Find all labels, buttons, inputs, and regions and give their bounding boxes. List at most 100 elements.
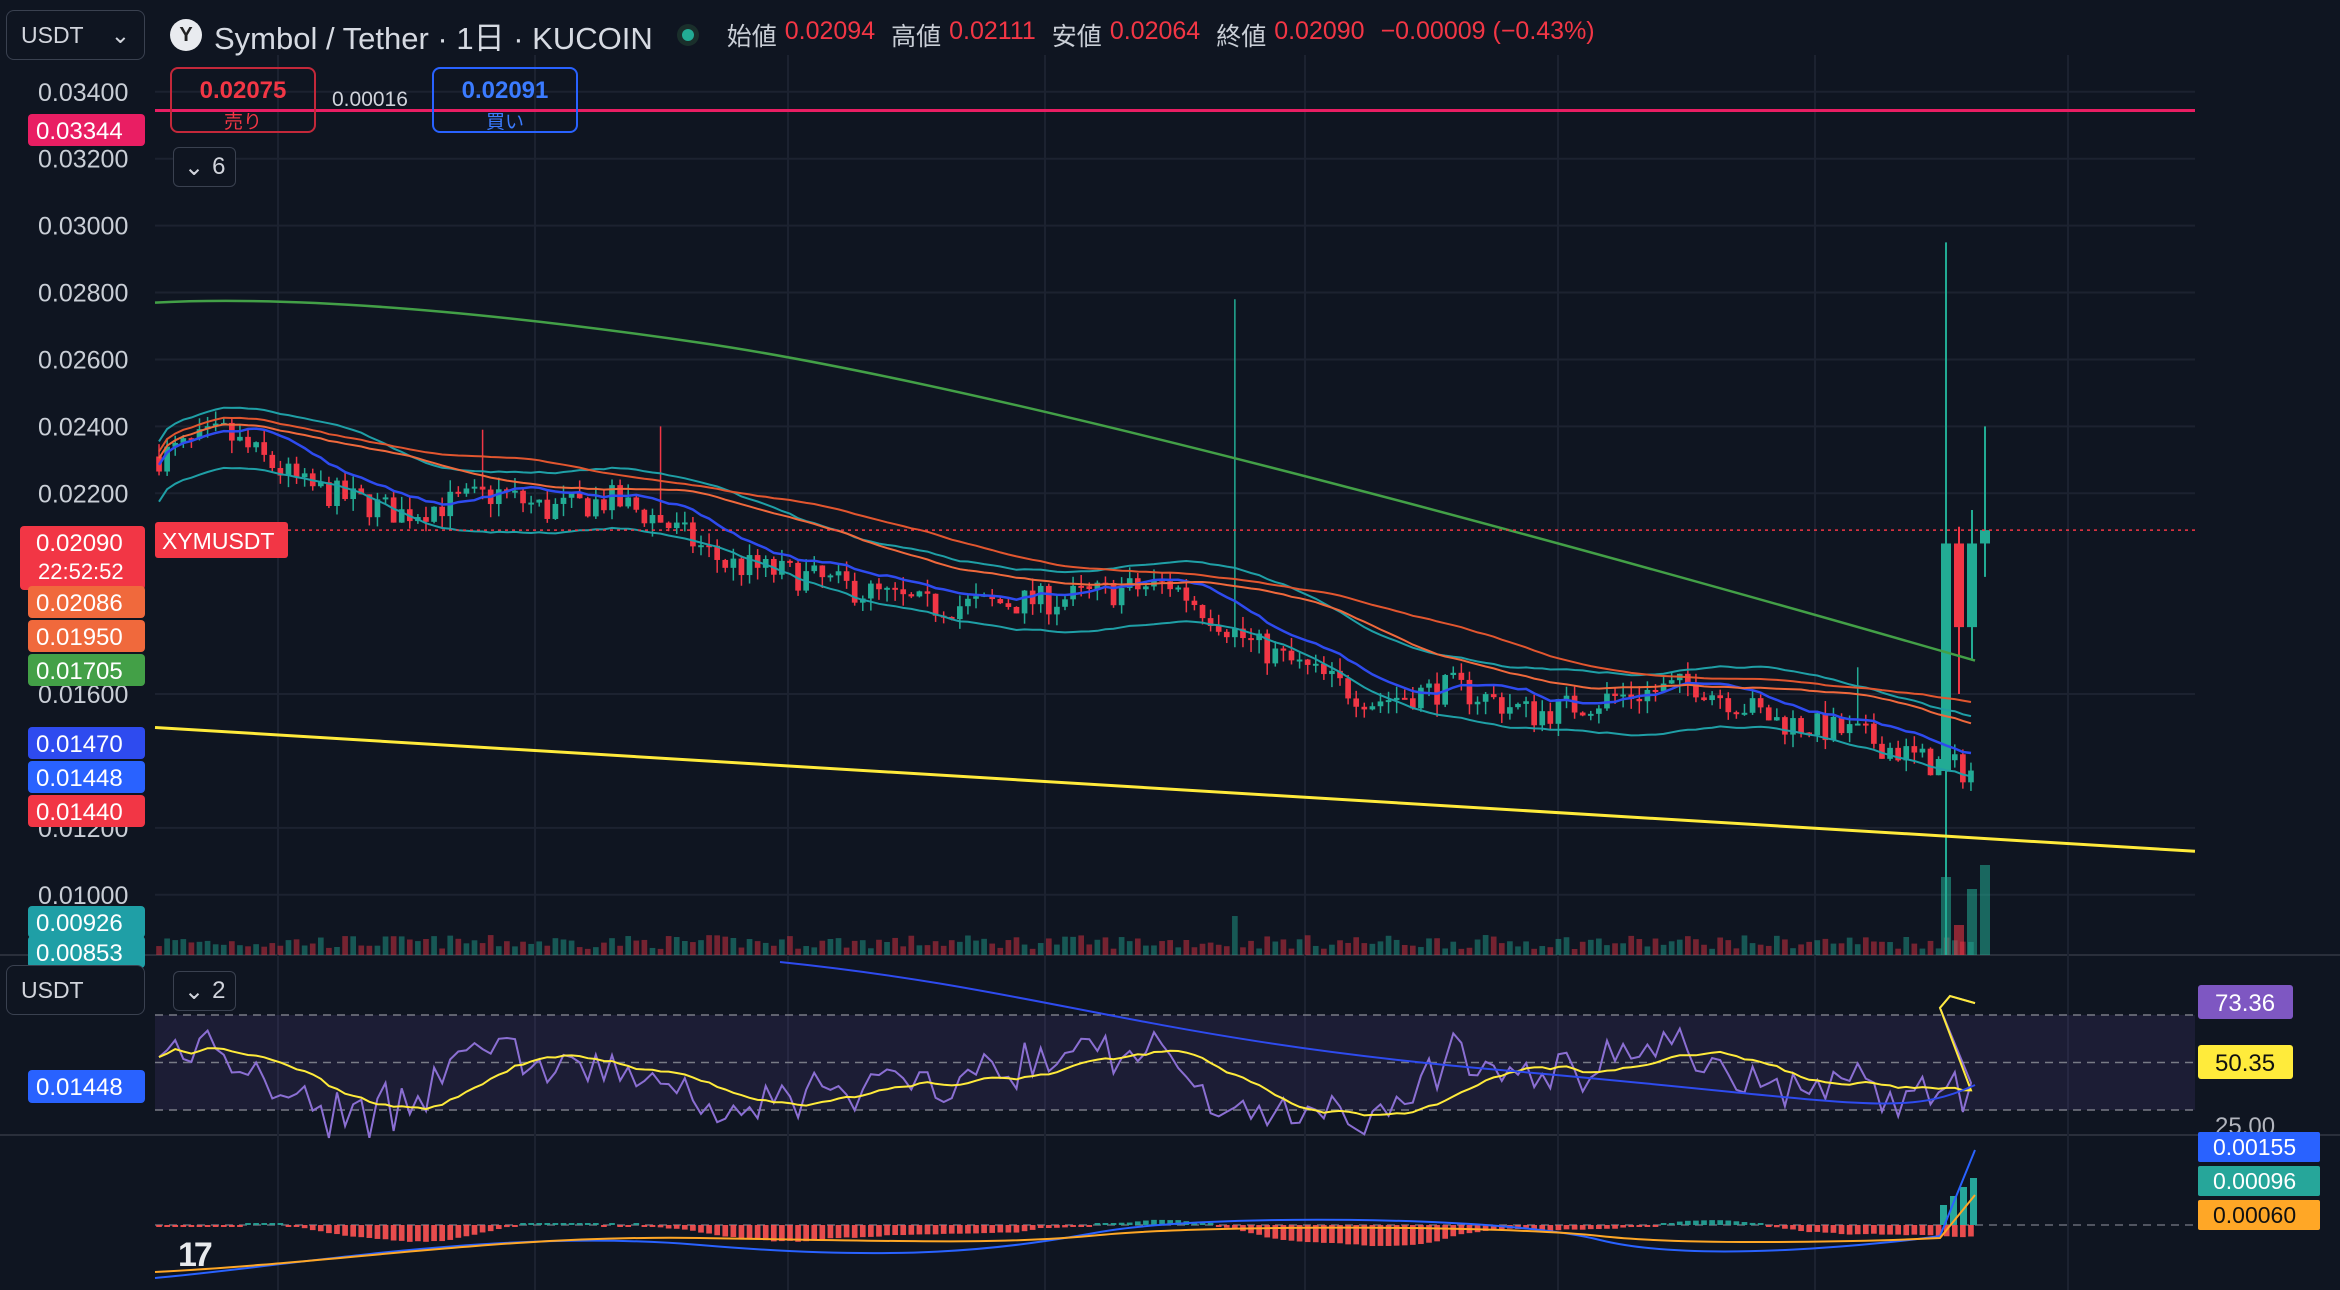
volume-bar <box>1927 940 1934 955</box>
candle-body <box>1361 706 1368 710</box>
volume-bar <box>1240 947 1246 955</box>
volume-bar <box>1887 942 1893 955</box>
candle-body <box>382 497 389 500</box>
volume-bar <box>390 936 397 955</box>
chart-canvas[interactable]: 0.03400 0.03200 0.03000 0.02800 0.02600 0.024… <box>0 0 2340 1290</box>
volume-bar <box>261 946 268 955</box>
volume-bar <box>673 937 680 955</box>
candle-body <box>269 454 276 469</box>
spread-value: 0.00016 <box>332 88 408 111</box>
macd-hist-bar <box>471 1225 478 1235</box>
candle-body <box>1563 695 1570 700</box>
volume-bar <box>1531 948 1537 955</box>
macd-hist-bar <box>665 1225 672 1229</box>
volume-bar <box>698 940 704 955</box>
volume-bar <box>1434 938 1440 955</box>
macd-hist-bar <box>698 1225 704 1233</box>
candle-body <box>560 497 567 504</box>
macd-hist-bar <box>1045 1225 1052 1229</box>
volume-bar <box>326 947 332 955</box>
volume-bar <box>1361 943 1368 955</box>
candle-body <box>1369 706 1376 710</box>
countdown-label: 22:52:52 <box>38 559 124 584</box>
candle-body <box>552 503 559 519</box>
sub-currency-select-label: USDT <box>21 976 84 1003</box>
macd-hist-bar <box>1960 1225 1966 1238</box>
macd-hist-bar <box>819 1225 826 1240</box>
volume-bar <box>916 945 923 955</box>
volume-bar <box>1798 944 1804 955</box>
macd-hist-bar <box>390 1225 397 1241</box>
volume-bar <box>1159 941 1165 955</box>
candle-body <box>811 565 818 572</box>
macd-hist-bar <box>617 1225 623 1227</box>
candle-body <box>1830 716 1837 741</box>
volume-bar <box>1935 948 1942 955</box>
volume-bar <box>576 947 583 955</box>
candle-body <box>916 591 923 597</box>
volume-bar <box>1110 948 1117 955</box>
market-open-status-icon[interactable] <box>676 24 699 46</box>
macd-hist-bar <box>293 1225 300 1227</box>
macd-hist-bar <box>1862 1225 1869 1235</box>
macd-hist-bar <box>1652 1225 1659 1227</box>
buy-label: 買い <box>485 112 524 133</box>
volume-bar <box>188 942 195 955</box>
macd-hist-bar <box>156 1225 162 1227</box>
candle-body <box>1466 679 1473 705</box>
volume-bar <box>552 938 559 955</box>
volume-bar <box>1967 889 1977 955</box>
candle-body <box>1143 586 1149 590</box>
trendline <box>154 725 2196 853</box>
macd-hist-bar <box>1264 1225 1271 1238</box>
candle-body <box>544 499 551 519</box>
volume-bar <box>706 935 712 955</box>
macd-hist-bar <box>981 1225 987 1234</box>
candle-body <box>1482 694 1489 702</box>
volume-bar <box>293 939 300 955</box>
candle-body <box>827 575 834 578</box>
indicator-count: 6 <box>212 153 226 180</box>
candle-body <box>1507 707 1513 714</box>
candle-body <box>722 559 729 568</box>
candles-layer <box>156 242 1990 955</box>
macd-hist-bar <box>1223 1225 1230 1228</box>
candle-body <box>1571 695 1578 713</box>
currency-select-label: USDT <box>21 21 84 48</box>
currency-select[interactable]: USDT ⌄ <box>6 10 145 60</box>
candle-body <box>512 490 518 493</box>
candle-body <box>237 436 243 441</box>
volume-bar <box>746 939 753 955</box>
macd-hist-bar <box>1806 1225 1813 1233</box>
macd-hist-bar <box>237 1225 243 1227</box>
macd-hist-bar <box>1895 1225 1901 1235</box>
volume-bar <box>1741 935 1748 955</box>
macd-hist-bar <box>973 1225 979 1234</box>
volume-bar <box>536 941 543 955</box>
candle-body <box>1951 754 1958 761</box>
candle-body <box>1223 631 1230 638</box>
y-tick-label: 0.03000 <box>38 213 128 241</box>
candle-body <box>1272 648 1279 664</box>
volume-bar <box>601 942 607 955</box>
volume-bar <box>1733 948 1740 955</box>
volume-bar <box>431 936 437 955</box>
sub-currency-select[interactable]: USDT <box>6 965 145 1015</box>
sub-indicators-collapse-button[interactable]: ⌄ 2 <box>173 971 237 1011</box>
symbol-title[interactable]: Symbol / Tether · 1日 · KUCOIN <box>214 13 653 58</box>
indicators-collapse-button[interactable]: ⌄ 6 <box>173 147 237 187</box>
candle-body <box>1709 695 1715 701</box>
buy-button[interactable]: 0.02091 買い <box>432 67 578 133</box>
candle-body <box>439 506 445 517</box>
macd-hist-bar <box>989 1225 996 1233</box>
sell-button[interactable]: 0.02075 売り <box>170 67 316 133</box>
macd-hist-bar <box>520 1223 526 1225</box>
volume-bar <box>1903 936 1910 955</box>
macd-hist-bar <box>487 1225 494 1232</box>
macd-hist-bar <box>1256 1225 1262 1235</box>
macd-hist-bar <box>835 1225 842 1239</box>
volume-bar <box>1248 940 1254 955</box>
volume-bar <box>406 939 413 955</box>
y-tick-label: 0.02800 <box>38 280 128 308</box>
macd-hist-bar <box>479 1225 486 1233</box>
